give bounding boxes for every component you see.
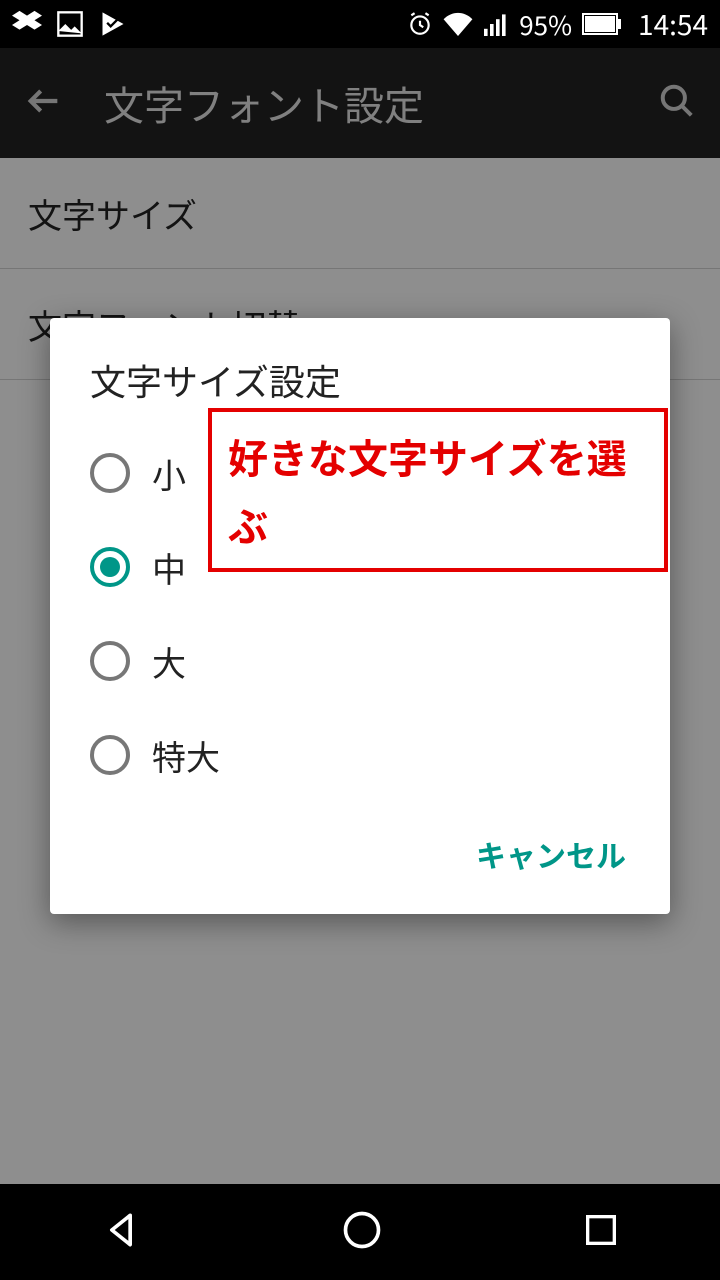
option-xlarge[interactable]: 特大 bbox=[50, 708, 670, 802]
clock-text: 14:54 bbox=[638, 4, 708, 44]
option-label: 小 bbox=[152, 449, 186, 498]
screen: 95% 14:54 文字フォント設定 文字サイズ 文字フォント切替 文字サイズ設… bbox=[0, 0, 720, 1280]
nav-bar bbox=[0, 1184, 720, 1280]
radio-icon bbox=[90, 547, 130, 587]
text-size-dialog: 文字サイズ設定 小 中 大 特大 キャンセル 好きな文字サイズを選 bbox=[50, 318, 670, 914]
option-label: 大 bbox=[152, 637, 186, 686]
nav-recent-button[interactable] bbox=[581, 1210, 621, 1255]
option-label: 中 bbox=[152, 543, 186, 592]
status-bar: 95% 14:54 bbox=[0, 0, 720, 48]
dropbox-icon bbox=[12, 10, 42, 38]
alarm-icon bbox=[407, 11, 433, 37]
radio-icon bbox=[90, 453, 130, 493]
radio-icon bbox=[90, 641, 130, 681]
image-icon bbox=[56, 10, 84, 38]
nav-home-button[interactable] bbox=[340, 1208, 384, 1257]
battery-icon bbox=[582, 13, 622, 35]
signal-icon bbox=[483, 12, 509, 36]
option-label: 特大 bbox=[152, 731, 220, 780]
nav-back-button[interactable] bbox=[99, 1208, 143, 1257]
radio-icon bbox=[90, 735, 130, 775]
battery-percent: 95% bbox=[519, 6, 572, 43]
annotation-box: 好きな文字サイズを選ぶ bbox=[208, 408, 668, 572]
annotation-text: 好きな文字サイズを選ぶ bbox=[228, 427, 627, 553]
cancel-button[interactable]: キャンセル bbox=[462, 822, 640, 886]
play-check-icon bbox=[98, 10, 128, 38]
wifi-icon bbox=[443, 12, 473, 36]
option-large[interactable]: 大 bbox=[50, 614, 670, 708]
